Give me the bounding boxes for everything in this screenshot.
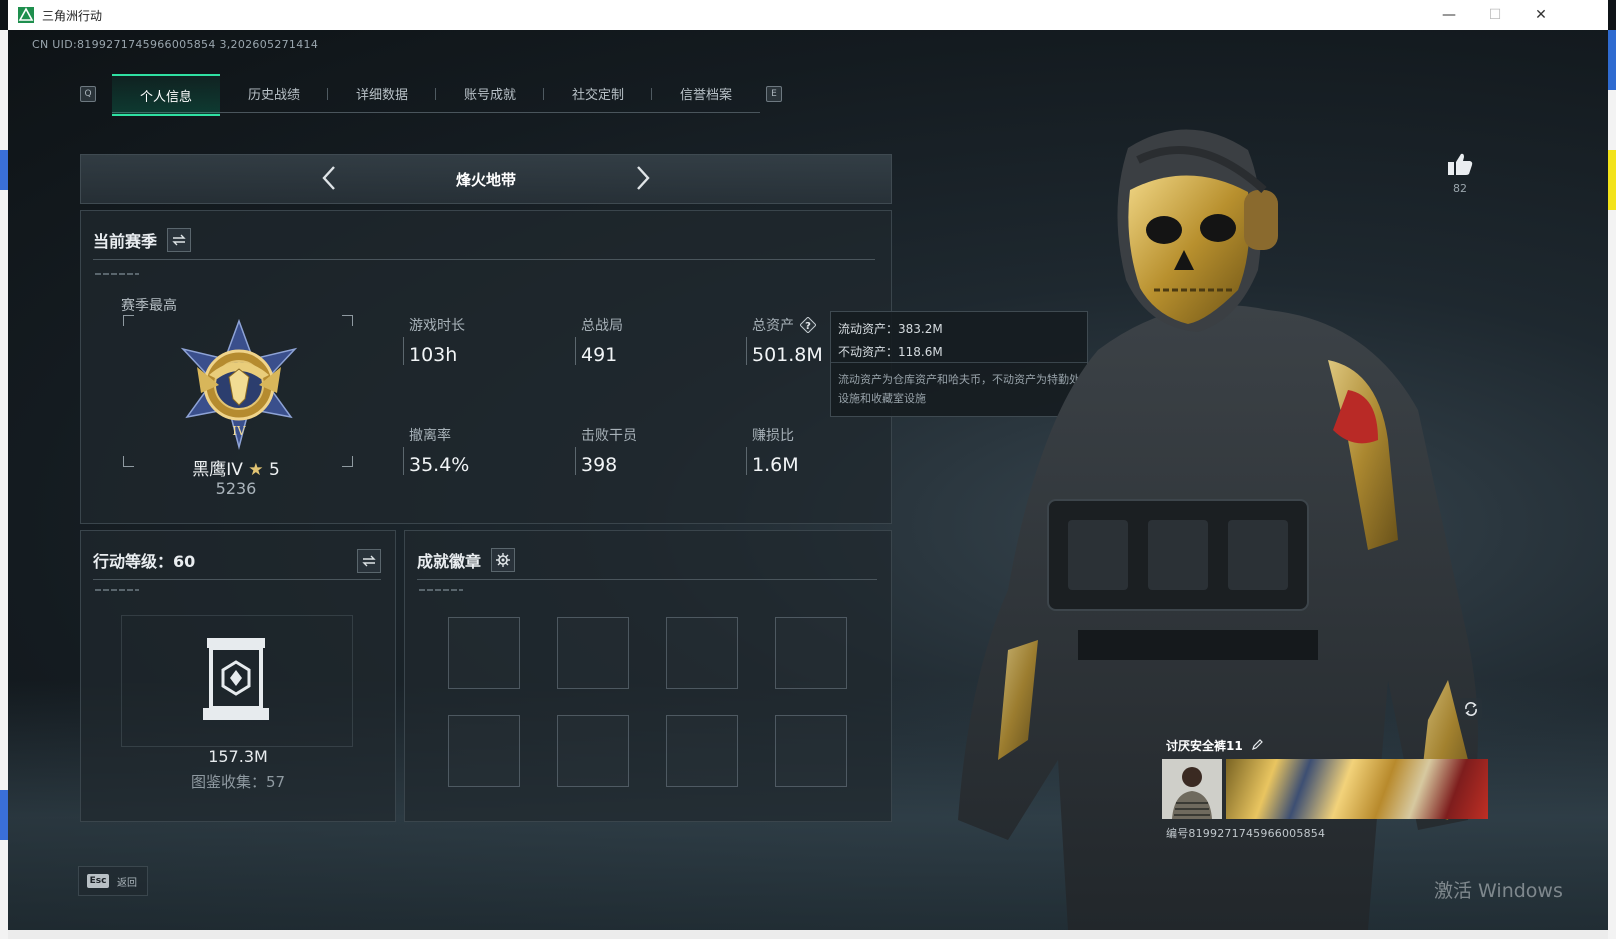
stat-extraction-rate: 撤离率 35.4%	[403, 425, 469, 476]
badge-slot[interactable]	[448, 617, 520, 689]
chevron-right-icon[interactable]	[627, 163, 657, 193]
edit-icon[interactable]	[1251, 739, 1263, 751]
app-logo-icon	[18, 7, 34, 23]
current-season-panel: 当前赛季 赛季最高 IV 黑鹰IV ★ 5 5236 游戏时长 103h 总战局…	[80, 210, 892, 524]
player-name: 讨厌安全裤11	[1166, 737, 1263, 754]
tab-detailed-data[interactable]: 详细数据	[328, 74, 436, 112]
help-icon[interactable]: ?	[800, 317, 816, 333]
tab-next-key[interactable]: E	[766, 86, 782, 102]
like-count: 82	[1453, 182, 1467, 195]
refresh-icon[interactable]	[1460, 698, 1482, 720]
windows-activation-watermark: 激活 Windows	[1434, 880, 1563, 902]
badge-slot[interactable]	[557, 617, 629, 689]
tooltip-liquid-assets: 流动资产：383.2M	[838, 322, 943, 336]
game-window: CN UID:8199271745966005854 3,20260527141…	[8, 30, 1608, 930]
level-asset-value: 157.3M	[208, 747, 268, 766]
tab-reputation[interactable]: 信誉档案	[652, 74, 760, 112]
close-button[interactable]: ✕	[1518, 0, 1564, 30]
tab-history[interactable]: 历史战绩	[220, 74, 328, 112]
gear-icon	[496, 553, 511, 567]
thumbs-up-icon	[1448, 153, 1473, 175]
player-uid: CN UID:8199271745966005854 3,20260527141…	[32, 38, 319, 51]
badge-slot[interactable]	[775, 617, 847, 689]
badge-slot[interactable]	[666, 617, 738, 689]
back-label: 返回	[117, 877, 137, 889]
rank-star-icon: ★	[248, 460, 264, 480]
back-button[interactable]: Esc 返回	[78, 866, 148, 896]
like-button[interactable]: 82	[1440, 152, 1480, 195]
tab-social[interactable]: 社交定制	[544, 74, 652, 112]
background-desktop-strip-left	[0, 30, 8, 939]
player-banner-image	[1226, 759, 1488, 819]
action-level-panel: 行动等级：60 157.3M 图鉴收集：57	[80, 530, 396, 822]
player-id: 编号8199271745966005854	[1166, 827, 1326, 840]
taskbar-edge	[8, 930, 1608, 939]
stat-profit-ratio: 赚损比 1.6M	[746, 425, 799, 476]
season-switch-button[interactable]	[167, 228, 192, 252]
stat-total-assets: 总资产? 501.8M	[746, 315, 823, 366]
mode-selector: 烽火地带	[80, 154, 892, 204]
badges-title: 成就徽章	[417, 552, 482, 571]
minimize-button[interactable]: —	[1426, 0, 1472, 30]
level-switch-button[interactable]	[357, 549, 381, 573]
level-collection: 图鉴收集：57	[190, 773, 286, 791]
stat-kills: 击败干员 398	[575, 425, 637, 476]
rank-score: 5236	[215, 479, 257, 498]
background-desktop-strip-right	[1608, 30, 1616, 939]
tooltip-fixed-assets: 不动资产：118.6M	[838, 345, 943, 359]
tab-prev-key[interactable]: Q	[80, 86, 96, 102]
swap-icon	[172, 234, 186, 246]
tab-bar: Q 个人信息 历史战绩 详细数据 账号成就 社交定制 信誉档案 E	[78, 74, 782, 116]
tab-personal-info[interactable]: 个人信息	[112, 74, 220, 116]
svg-text:?: ?	[805, 321, 811, 332]
svg-text:IV: IV	[232, 424, 246, 438]
badge-slot[interactable]	[775, 715, 847, 787]
achievement-badges-panel: 成就徽章	[404, 530, 892, 822]
avatar	[1162, 759, 1222, 819]
window-title: 三角洲行动	[42, 9, 103, 23]
collection-display-icon	[203, 638, 269, 720]
stat-total-matches: 总战局 491	[575, 315, 623, 366]
tab-achievements[interactable]: 账号成就	[436, 74, 544, 112]
rank-name: 黑鹰IV ★ 5	[192, 460, 280, 480]
badge-slot[interactable]	[557, 715, 629, 787]
window-titlebar: 三角洲行动 — ☐ ✕	[8, 0, 1608, 31]
esc-key: Esc	[87, 874, 109, 888]
rank-emblem-icon: IV	[180, 319, 298, 450]
player-card[interactable]: 讨厌安全裤11 编号8199271745966005854	[1162, 735, 1488, 845]
stat-play-time: 游戏时长 103h	[403, 315, 465, 366]
swap-icon	[362, 555, 376, 567]
badge-slot[interactable]	[666, 715, 738, 787]
badges-settings-button[interactable]	[491, 548, 516, 572]
badge-slot[interactable]	[448, 715, 520, 787]
level-title: 行动等级：60	[93, 552, 196, 571]
season-title: 当前赛季	[93, 232, 158, 251]
mode-title: 烽火地带	[455, 170, 516, 189]
maximize-button[interactable]: ☐	[1472, 0, 1518, 30]
